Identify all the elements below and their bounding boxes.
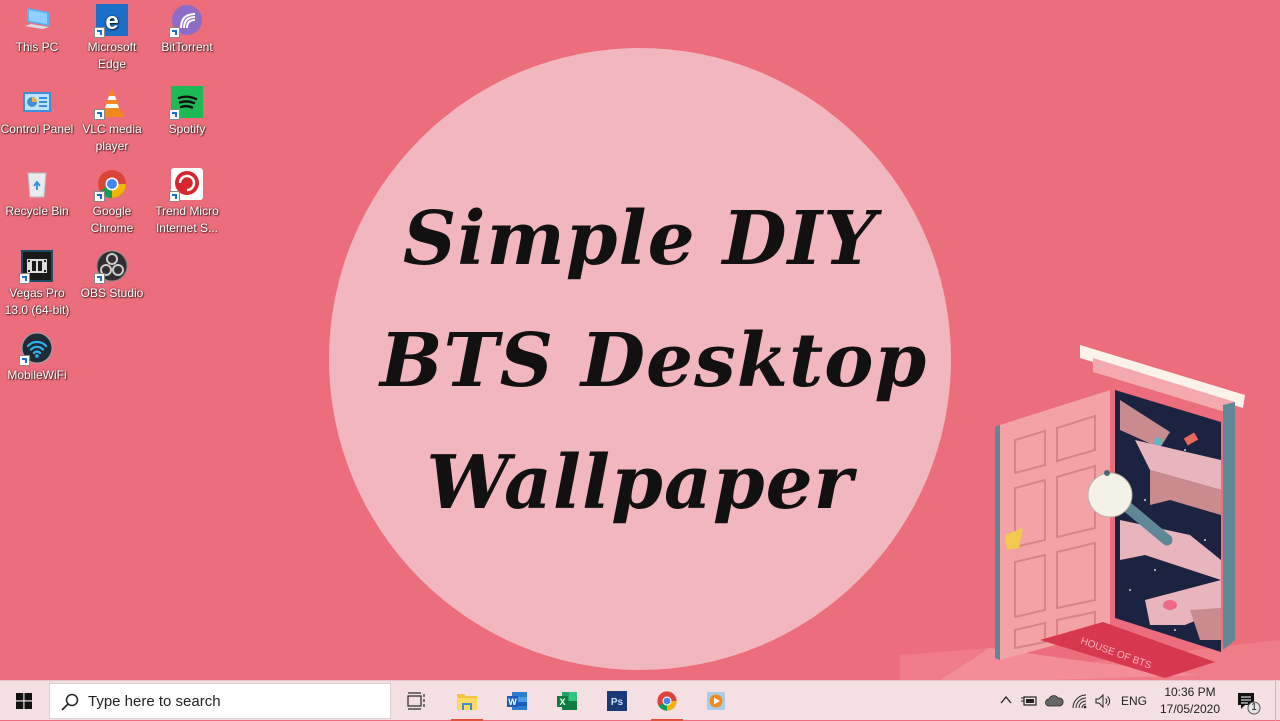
onedrive-cloud-icon — [1045, 695, 1064, 707]
shortcut-arrow-icon — [19, 273, 30, 284]
task-view-button[interactable] — [392, 681, 440, 721]
wallpaper-title-line: Wallpaper — [426, 440, 854, 526]
shortcut-arrow-icon — [94, 109, 105, 120]
desktop-icon-control-panel[interactable]: Control Panel — [0, 82, 74, 138]
wallpaper-title-line: BTS Desktop — [380, 318, 928, 404]
word-icon: W — [507, 692, 527, 710]
wallpaper-title-line: Simple DIY — [402, 196, 878, 282]
search-placeholder: Type here to search — [88, 693, 221, 710]
taskbar-app-chrome[interactable] — [643, 681, 691, 721]
svg-text:e: e — [105, 8, 118, 35]
onedrive-button[interactable] — [1043, 681, 1065, 721]
mobile-wifi-icon — [19, 332, 53, 366]
speaker-icon — [1095, 693, 1110, 709]
desktop-icon-bittorrent[interactable]: BitTorrent — [150, 0, 224, 56]
desktop-icon-this-pc[interactable]: This PC — [0, 0, 74, 56]
battery-button[interactable] — [1018, 681, 1040, 721]
input-language-indicator[interactable]: ENG — [1121, 694, 1147, 708]
vlc-icon — [94, 86, 128, 120]
recycle-bin-icon — [21, 168, 53, 200]
taskbar-app-word[interactable]: W — [493, 681, 541, 721]
clock-time: 10:36 PM — [1164, 685, 1216, 699]
control-panel-icon — [21, 86, 53, 118]
task-view-icon — [407, 692, 425, 710]
taskbar-app-media-player[interactable] — [692, 681, 740, 721]
shortcut-arrow-icon — [94, 27, 105, 38]
computer-icon — [21, 4, 53, 36]
svg-text:Ps: Ps — [611, 697, 624, 708]
taskbar-app-photoshop[interactable]: Ps — [593, 681, 641, 721]
battery-charging-icon — [1021, 696, 1037, 706]
notification-count-badge: 1 — [1251, 702, 1257, 713]
wifi-icon — [1072, 694, 1087, 709]
volume-button[interactable] — [1092, 681, 1114, 721]
desktop: Simple DIY BTS Desktop Wallpaper HOUSE O… — [0, 0, 1280, 680]
shortcut-arrow-icon — [169, 27, 180, 38]
trend-micro-icon — [169, 168, 203, 202]
windows-logo-icon — [16, 693, 32, 709]
desktop-icon-mobilewifi[interactable]: MobileWiFi — [0, 328, 74, 384]
network-button[interactable] — [1068, 681, 1090, 721]
media-player-icon — [707, 692, 725, 710]
desktop-icon-vegas-pro[interactable]: Vegas Pro 13.0 (64-bit) — [0, 246, 74, 319]
shortcut-arrow-icon — [169, 191, 180, 202]
action-center-button[interactable]: 1 — [1234, 687, 1264, 717]
chrome-icon — [94, 168, 128, 202]
spotify-icon — [169, 86, 203, 120]
search-input[interactable]: Type here to search — [49, 683, 391, 719]
taskbar: Type here to search W X Ps ENG 10:36 PM … — [0, 680, 1280, 721]
svg-text:X: X — [559, 697, 565, 707]
vegas-pro-icon — [19, 250, 53, 284]
edge-icon: e — [94, 4, 128, 38]
start-button[interactable] — [0, 681, 48, 721]
file-explorer-icon — [457, 694, 477, 710]
bittorrent-icon — [169, 4, 203, 38]
notification-icon — [1238, 693, 1261, 715]
taskbar-app-file-explorer[interactable] — [443, 681, 491, 721]
chevron-up-icon — [1000, 695, 1012, 704]
shortcut-arrow-icon — [94, 273, 105, 284]
show-desktop-button[interactable] — [1275, 681, 1280, 721]
clock-button[interactable]: 10:36 PM 17/05/2020 — [1156, 684, 1224, 718]
desktop-icon-vlc[interactable]: VLC media player — [75, 82, 149, 155]
excel-icon: X — [557, 692, 577, 710]
photoshop-icon: Ps — [607, 691, 627, 711]
obs-icon — [94, 250, 128, 284]
taskbar-app-excel[interactable]: X — [543, 681, 591, 721]
desktop-icon-spotify[interactable]: Spotify — [150, 82, 224, 138]
wallpaper-title: Simple DIY BTS Desktop Wallpaper — [380, 178, 928, 544]
search-icon — [61, 693, 79, 711]
desktop-icon-microsoft-edge[interactable]: e Microsoft Edge — [75, 0, 149, 73]
desktop-icon-recycle-bin[interactable]: Recycle Bin — [0, 164, 74, 220]
door — [1000, 390, 1110, 660]
shortcut-arrow-icon — [169, 109, 180, 120]
shortcut-arrow-icon — [94, 191, 105, 202]
chrome-icon — [657, 691, 677, 711]
show-hidden-icons-button[interactable] — [996, 681, 1016, 721]
door-illustration: HOUSE OF BTS — [995, 345, 1245, 678]
desktop-icon-google-chrome[interactable]: Google Chrome — [75, 164, 149, 237]
desktop-icon-obs-studio[interactable]: OBS Studio — [75, 246, 149, 302]
lightstick — [1087, 472, 1133, 518]
svg-text:W: W — [508, 697, 517, 707]
shortcut-arrow-icon — [19, 355, 30, 366]
desktop-icon-trend-micro[interactable]: Trend Micro Internet S... — [150, 164, 224, 237]
clock-date: 17/05/2020 — [1159, 702, 1221, 716]
